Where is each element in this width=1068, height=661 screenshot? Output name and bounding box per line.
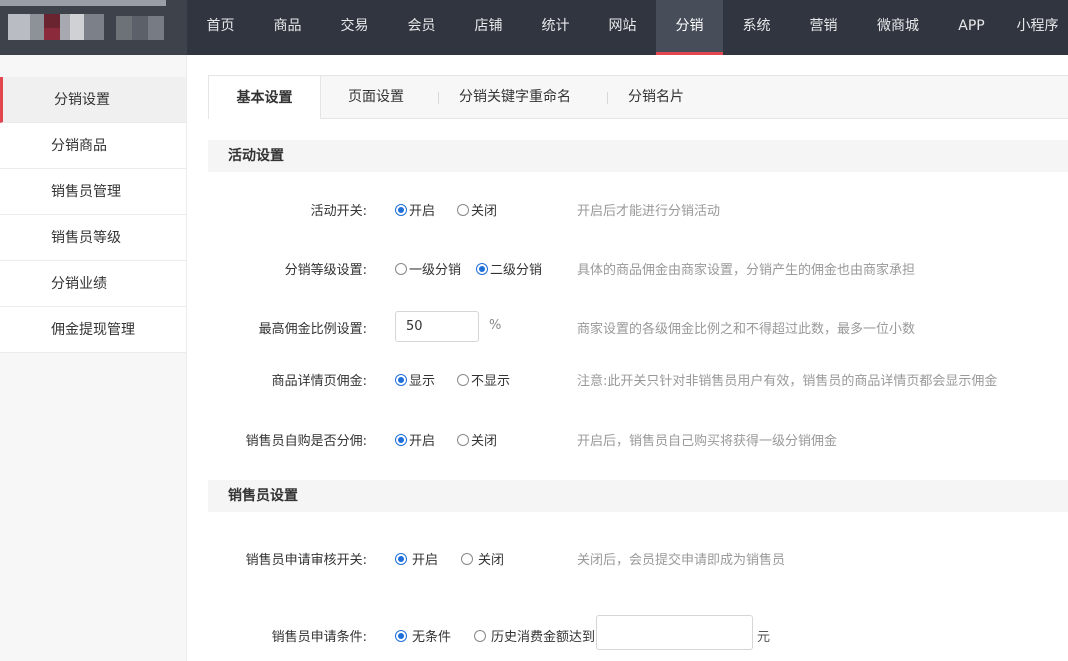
radio-checked-icon [395,373,407,386]
sidebar-item-seller-level[interactable]: 销售员等级 [0,215,186,261]
nav-item-marketing[interactable]: 营销 [790,0,857,55]
sidebar-item-distribution-goods[interactable]: 分销商品 [0,123,186,169]
sidebar: 分销设置 分销商品 销售员管理 销售员等级 分销业绩 佣金提现管理 [0,55,187,661]
nav-item-mini-program[interactable]: 小程序 [1004,0,1068,55]
radio-unchecked-icon [457,373,469,386]
yuan-unit: 元 [757,630,771,645]
nav-item-shop[interactable]: 店铺 [455,0,522,55]
radio-checked-icon [395,552,407,565]
tab-divider [607,92,608,104]
nav-item-app[interactable]: APP [939,0,1004,55]
activity-switch-label: 活动开关: [310,204,367,219]
tab-business-card[interactable]: 分销名片 [628,75,684,119]
self-purchase-on-radio[interactable]: 开启 [395,430,435,449]
seller-audit-hint: 关闭后，会员提交申请即成为销售员 [577,553,786,568]
activity-switch-on-radio[interactable]: 开启 [395,200,435,219]
section-title-seller: 销售员设置 [208,480,1068,512]
nav-item-goods[interactable]: 商品 [254,0,321,55]
history-spend-amount-input[interactable] [596,615,753,650]
tab-keyword-rename[interactable]: 分销关键字重命名 [459,75,571,119]
radio-unchecked-icon [474,629,486,642]
condition-none-radio[interactable]: 无条件 [395,626,451,645]
tab-page-settings[interactable]: 页面设置 [348,75,404,119]
radio-unchecked-icon [457,433,469,446]
sidebar-item-distribution-settings[interactable]: 分销设置 [0,77,186,123]
settings-tabs: 基本设置 页面设置 分销关键字重命名 分销名片 [208,75,1068,119]
tab-basic-settings[interactable]: 基本设置 [208,75,321,119]
percent-unit: % [489,318,502,333]
seller-audit-on-radio[interactable]: 开启 [395,549,438,568]
main-nav: 首页 商品 交易 会员 店铺 统计 网站 分销 系统 营销 微商城 APP 小程… [187,0,1068,55]
max-commission-hint: 商家设置的各级佣金比例之和不得超过此数，最多一位小数 [577,322,916,337]
top-navbar: 首页 商品 交易 会员 店铺 统计 网站 分销 系统 营销 微商城 APP 小程… [0,0,1068,55]
radio-checked-icon [395,433,407,446]
activity-switch-hint: 开启后才能进行分销活动 [577,204,721,219]
level-two-radio[interactable]: 二级分销 [476,259,542,278]
logo[interactable] [0,0,187,55]
nav-item-member[interactable]: 会员 [388,0,455,55]
seller-condition-label: 销售员申请条件: [271,630,367,645]
nav-item-wechat-mall[interactable]: 微商城 [857,0,939,55]
seller-audit-off-radio[interactable]: 关闭 [461,549,504,568]
detail-commission-hint: 注意:此开关只针对非销售员用户有效，销售员的商品详情页都会显示佣金 [577,374,998,389]
radio-unchecked-icon [457,203,469,216]
self-purchase-hint: 开启后，销售员自己购买将获得一级分销佣金 [577,434,838,449]
nav-item-website[interactable]: 网站 [589,0,656,55]
detail-commission-show-radio[interactable]: 显示 [395,370,435,389]
detail-commission-hide-radio[interactable]: 不显示 [457,370,510,389]
radio-checked-icon [476,262,488,275]
self-purchase-off-radio[interactable]: 关闭 [457,430,497,449]
detail-commission-label: 商品详情页佣金: [271,374,367,389]
distribution-level-label: 分销等级设置: [284,263,367,278]
nav-item-home[interactable]: 首页 [187,0,254,55]
level-one-radio[interactable]: 一级分销 [395,259,461,278]
section-title-activity: 活动设置 [208,140,1068,172]
nav-item-trade[interactable]: 交易 [321,0,388,55]
max-commission-input[interactable] [395,311,479,342]
nav-item-system[interactable]: 系统 [723,0,790,55]
max-commission-label: 最高佣金比例设置: [258,322,367,337]
self-purchase-label: 销售员自购是否分佣: [245,434,367,449]
activity-switch-off-radio[interactable]: 关闭 [457,200,497,219]
logo-highlight [0,0,166,6]
condition-history-spend-radio[interactable]: 历史消费金额达到 [474,626,595,645]
radio-unchecked-icon [461,552,473,565]
radio-checked-icon [395,203,407,216]
nav-item-distribution[interactable]: 分销 [656,0,723,55]
radio-checked-icon [395,629,407,642]
nav-item-stats[interactable]: 统计 [522,0,589,55]
distribution-level-hint: 具体的商品佣金由商家设置，分销产生的佣金也由商家承担 [577,263,916,278]
radio-unchecked-icon [395,262,407,275]
seller-audit-label: 销售员申请审核开关: [245,553,367,568]
tab-divider [438,92,439,104]
